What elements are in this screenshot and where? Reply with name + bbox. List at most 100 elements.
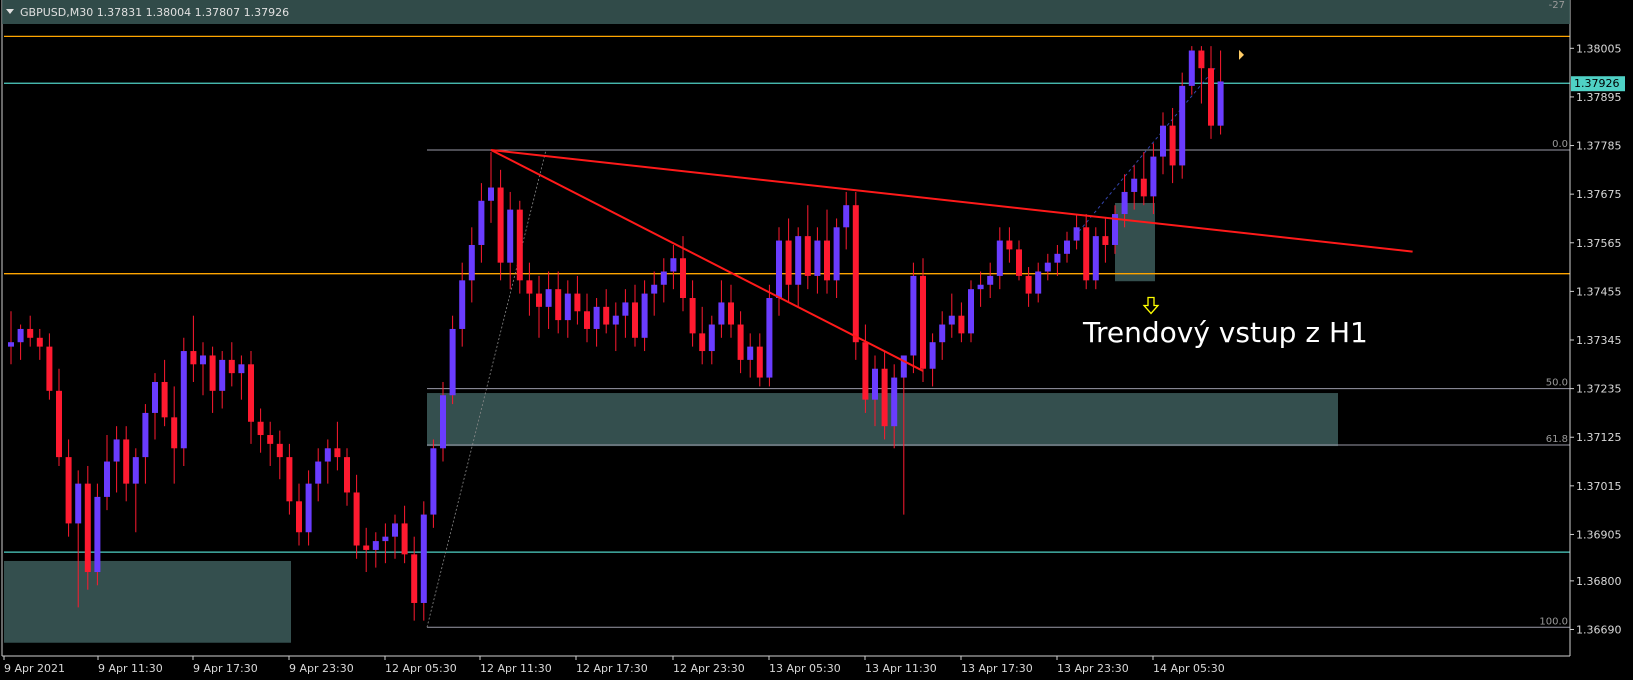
- x-tick-label: 13 Apr 11:30: [865, 662, 937, 675]
- candle-body: [920, 275, 926, 369]
- y-tick-label: 1.37345: [1576, 334, 1622, 347]
- candle-body: [833, 227, 840, 281]
- x-tick-label: 9 Apr 2021: [4, 662, 65, 675]
- candle-body: [363, 545, 370, 550]
- candle-body: [305, 483, 312, 533]
- candle-body: [1054, 253, 1061, 263]
- candle-body: [353, 492, 360, 546]
- candle-body: [996, 240, 1003, 276]
- candle-body: [1208, 68, 1214, 126]
- candle-body: [440, 395, 446, 449]
- candle-body: [862, 342, 869, 400]
- candle-body: [651, 284, 658, 294]
- candle-body: [756, 346, 763, 378]
- candle-body: [296, 501, 302, 533]
- candle-body: [497, 187, 504, 263]
- candle-body: [1179, 85, 1186, 166]
- y-tick-label: 1.37125: [1576, 431, 1622, 444]
- candle-body: [238, 364, 245, 374]
- candle-body: [382, 536, 389, 542]
- candle-body: [420, 514, 427, 603]
- y-tick-label: 1.36800: [1576, 575, 1622, 588]
- candle-body: [660, 271, 667, 285]
- candle-body: [1121, 191, 1128, 215]
- candle-body: [46, 346, 53, 391]
- y-tick-label: 1.37895: [1576, 91, 1622, 104]
- y-tick-label: 1.37015: [1576, 480, 1622, 493]
- candle-body: [1102, 236, 1109, 245]
- candle-body: [1092, 236, 1099, 281]
- candle-body: [56, 390, 62, 458]
- candle-body: [1198, 50, 1205, 69]
- x-tick-label: 12 Apr 23:30: [673, 662, 745, 675]
- candle-body: [478, 200, 485, 245]
- candle-body: [248, 364, 254, 422]
- candle-body: [824, 240, 830, 281]
- candle-body: [27, 328, 34, 338]
- candle-body: [219, 359, 226, 391]
- annotation-text: Trendový vstup z H1: [1082, 316, 1368, 349]
- candle-body: [1160, 125, 1166, 157]
- candle-body: [612, 315, 619, 325]
- candle-body: [1016, 249, 1022, 276]
- x-tick-label: 13 Apr 05:30: [769, 662, 841, 675]
- candle-body: [747, 346, 754, 360]
- candle-body: [718, 302, 725, 325]
- candle-body: [75, 483, 82, 524]
- y-tick-label: 1.36905: [1576, 528, 1622, 541]
- candle-body: [1131, 178, 1138, 192]
- zone-2: [1115, 202, 1155, 282]
- x-tick-label: 9 Apr 23:30: [289, 662, 354, 675]
- fib-label-3: 100.0: [1539, 616, 1568, 627]
- candle-body: [344, 457, 350, 493]
- candle-body: [795, 236, 802, 285]
- candle-body: [276, 443, 283, 458]
- candle-body: [737, 324, 744, 360]
- candle-body: [852, 205, 859, 343]
- candle-body: [929, 342, 936, 369]
- candle-body: [257, 421, 264, 436]
- candle-body: [228, 359, 235, 374]
- candle-body: [699, 333, 706, 352]
- candle-body: [1035, 271, 1042, 294]
- x-tick-label: 9 Apr 11:30: [98, 662, 163, 675]
- y-tick-label: 1.37235: [1576, 383, 1622, 396]
- candle-body: [536, 293, 542, 307]
- candle-body: [776, 240, 782, 299]
- candle-body: [507, 209, 514, 263]
- fib-label-2: 61.8: [1546, 434, 1568, 445]
- candle-body: [900, 355, 907, 378]
- candle-body: [8, 342, 14, 347]
- candle-body: [872, 368, 878, 400]
- candle-body: [1044, 262, 1051, 272]
- candle-body: [1064, 240, 1070, 254]
- x-tick-label: 13 Apr 23:30: [1057, 662, 1129, 675]
- current-price-tag-text: 1.37926: [1574, 77, 1620, 90]
- candle-body: [708, 324, 715, 352]
- candle-body: [488, 187, 494, 201]
- candle-body: [574, 293, 581, 312]
- candle-body: [958, 315, 965, 334]
- candle-body: [152, 381, 158, 413]
- candle-body: [1169, 125, 1176, 166]
- candle-body: [334, 448, 341, 458]
- candle-body: [1073, 227, 1080, 241]
- candle-body: [94, 496, 101, 573]
- candle-body: [555, 289, 562, 321]
- candle-body: [516, 209, 523, 281]
- candle-body: [315, 461, 322, 484]
- candle-body: [324, 448, 331, 462]
- x-tick-label: 12 Apr 11:30: [480, 662, 552, 675]
- candle-body: [670, 258, 677, 272]
- price-chart[interactable]: 0.0 50.0 61.8 100.0 1.38005 1.37895 1.37785 1.…: [0, 0, 1633, 680]
- candle-body: [267, 435, 274, 444]
- candle-body: [632, 302, 638, 338]
- candle-body: [161, 381, 168, 418]
- candle-body: [17, 328, 24, 343]
- x-tick-label: 12 Apr 17:30: [576, 662, 648, 675]
- candle-body: [286, 457, 293, 502]
- candle-body: [891, 377, 898, 427]
- candle-body: [622, 302, 629, 316]
- candle-body: [680, 258, 686, 299]
- top-level-label: -27: [1549, 0, 1565, 11]
